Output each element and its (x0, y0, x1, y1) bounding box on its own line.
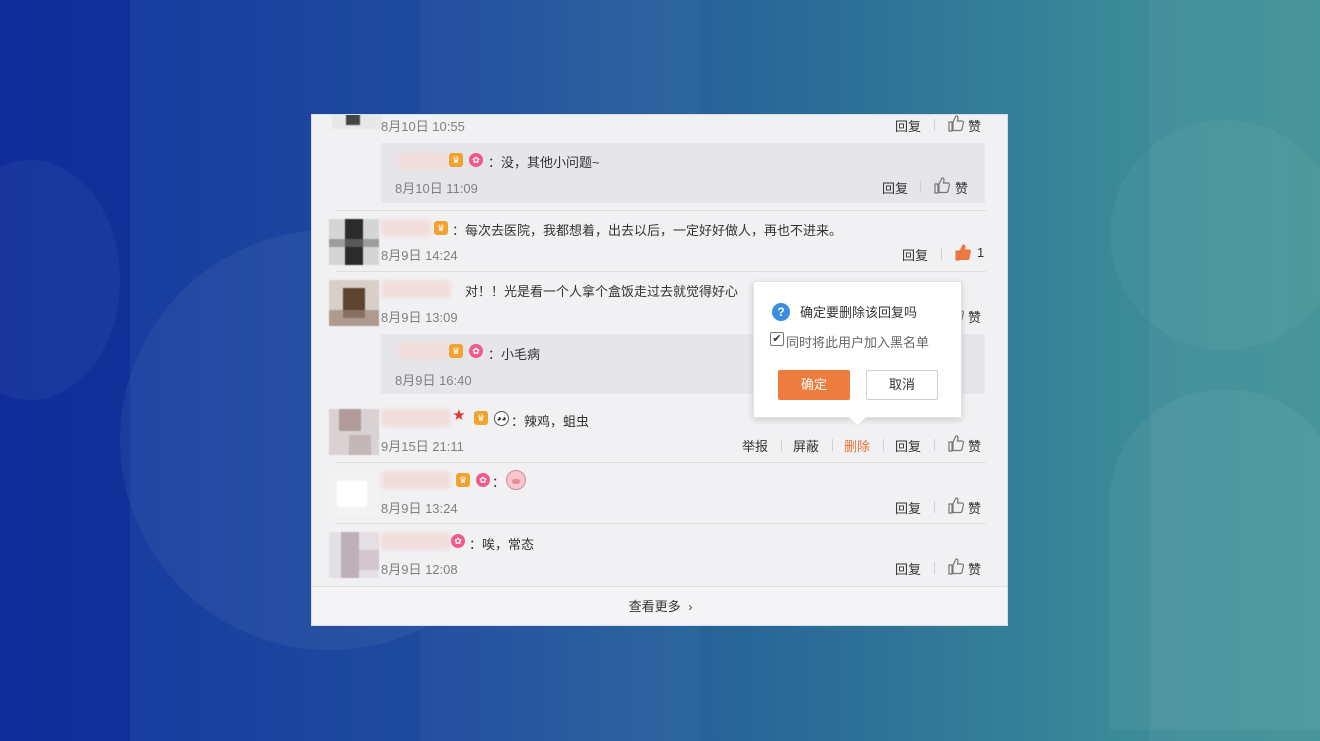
thumb-up-icon[interactable] (947, 558, 964, 575)
panda-emoji-icon: ◕◕ (494, 411, 509, 426)
confirm-button[interactable]: 确定 (778, 370, 850, 400)
reply-button[interactable]: 回复 (895, 116, 921, 135)
username[interactable] (381, 471, 451, 489)
avatar[interactable] (329, 532, 379, 578)
avatar[interactable] (329, 280, 379, 326)
comment-time: 8月9日 12:08 (381, 562, 458, 577)
username[interactable] (381, 409, 451, 427)
username[interactable] (398, 342, 448, 360)
username[interactable] (398, 152, 448, 170)
reply-button[interactable]: 回复 (895, 436, 921, 455)
comment-time: 8月10日 11:09 (395, 181, 478, 196)
thumb-up-icon[interactable] (933, 177, 950, 194)
crown-badge-icon: ♛ (474, 411, 488, 425)
chevron-right-icon: › (688, 600, 693, 614)
divider (934, 562, 935, 574)
username[interactable] (381, 219, 431, 237)
like-button[interactable]: 赞 (968, 559, 981, 578)
blacklist-checkbox-label[interactable]: 同时将此用户加入黑名单 (786, 332, 929, 351)
like-button[interactable]: 赞 (968, 116, 981, 135)
thumb-up-icon[interactable] (947, 497, 964, 514)
divider (336, 523, 986, 524)
avatar[interactable] (332, 115, 382, 129)
crown-badge-icon: ♛ (456, 473, 470, 487)
thumb-up-icon[interactable] (947, 115, 964, 132)
crown-badge-icon: ♛ (434, 221, 448, 235)
star-badge-icon: ★ (452, 407, 466, 424)
report-button[interactable]: 举报 (742, 436, 768, 455)
thumb-up-icon[interactable] (947, 435, 964, 452)
blacklist-checkbox[interactable]: ✔ (770, 332, 784, 346)
avatar[interactable] (329, 219, 379, 265)
avatar[interactable] (329, 471, 379, 517)
comment-text: 对！！光是看一个人拿个盒饭走过去就觉得好心 (465, 284, 739, 299)
bg-shape (1110, 390, 1320, 730)
like-button[interactable]: 赞 (968, 498, 981, 517)
delete-confirm-popup: ? 确定要删除该回复吗 ✔ 同时将此用户加入黑名单 确定 取消 (753, 281, 962, 418)
comment-time: 8月9日 13:24 (381, 501, 458, 516)
comment-text: ：没，其他小问题~ (488, 155, 600, 170)
view-more-button[interactable]: 查看更多 › (312, 586, 1007, 625)
popup-title: 确定要删除该回复吗 (800, 305, 918, 320)
delete-button[interactable]: 删除 (844, 436, 870, 455)
divider (941, 248, 942, 260)
vip-badge-icon: ✿ (469, 153, 483, 167)
username[interactable] (381, 532, 451, 550)
vip-badge-icon: ✿ (469, 344, 483, 358)
divider (920, 181, 921, 193)
view-more-label: 查看更多 (628, 599, 681, 614)
like-count[interactable]: 1 (977, 245, 984, 260)
comment-time: 8月10日 10:55 (381, 119, 465, 134)
comment-text: ：每次去医院，我都想着，出去以后，一定好好做人，再也不进来。 (452, 223, 843, 238)
like-button[interactable]: 赞 (955, 178, 968, 197)
like-button[interactable]: 赞 (968, 307, 981, 326)
reply-button[interactable]: 回复 (882, 178, 908, 197)
divider (934, 501, 935, 513)
reply-button[interactable]: 回复 (895, 559, 921, 578)
block-button[interactable]: 屏蔽 (793, 436, 819, 455)
reply-button[interactable]: 回复 (902, 245, 928, 264)
comment-time: 8月9日 16:40 (395, 373, 472, 388)
username[interactable] (381, 280, 451, 298)
divider (934, 119, 935, 131)
cancel-button[interactable]: 取消 (866, 370, 938, 400)
crown-badge-icon: ♛ (449, 153, 463, 167)
thumb-up-liked-icon[interactable] (954, 244, 971, 261)
like-button[interactable]: 赞 (968, 436, 981, 455)
divider (336, 271, 986, 272)
divider (781, 439, 782, 451)
comment-time: 9月15日 21:11 (381, 439, 464, 454)
avatar[interactable] (329, 409, 379, 455)
divider (934, 439, 935, 451)
vip-badge-icon: ✿ (476, 473, 490, 487)
bg-shape (1110, 120, 1320, 350)
comment-text: ：辣鸡，蛆虫 (511, 414, 590, 429)
comment-text: ：唉，常态 (469, 537, 535, 552)
divider (832, 439, 833, 451)
vip-badge-icon: ✿ (451, 534, 465, 548)
comment-time: 8月9日 13:09 (381, 310, 458, 325)
divider (883, 439, 884, 451)
divider (336, 210, 986, 211)
divider (336, 462, 986, 463)
crown-badge-icon: ♛ (449, 344, 463, 358)
comment-text: ：小毛病 (488, 347, 541, 362)
comment-text: ： (492, 475, 506, 490)
comment-time: 8月9日 14:24 (381, 248, 458, 263)
reply-button[interactable]: 回复 (895, 498, 921, 517)
question-icon: ? (772, 303, 790, 321)
pig-emoji-icon (506, 470, 526, 490)
